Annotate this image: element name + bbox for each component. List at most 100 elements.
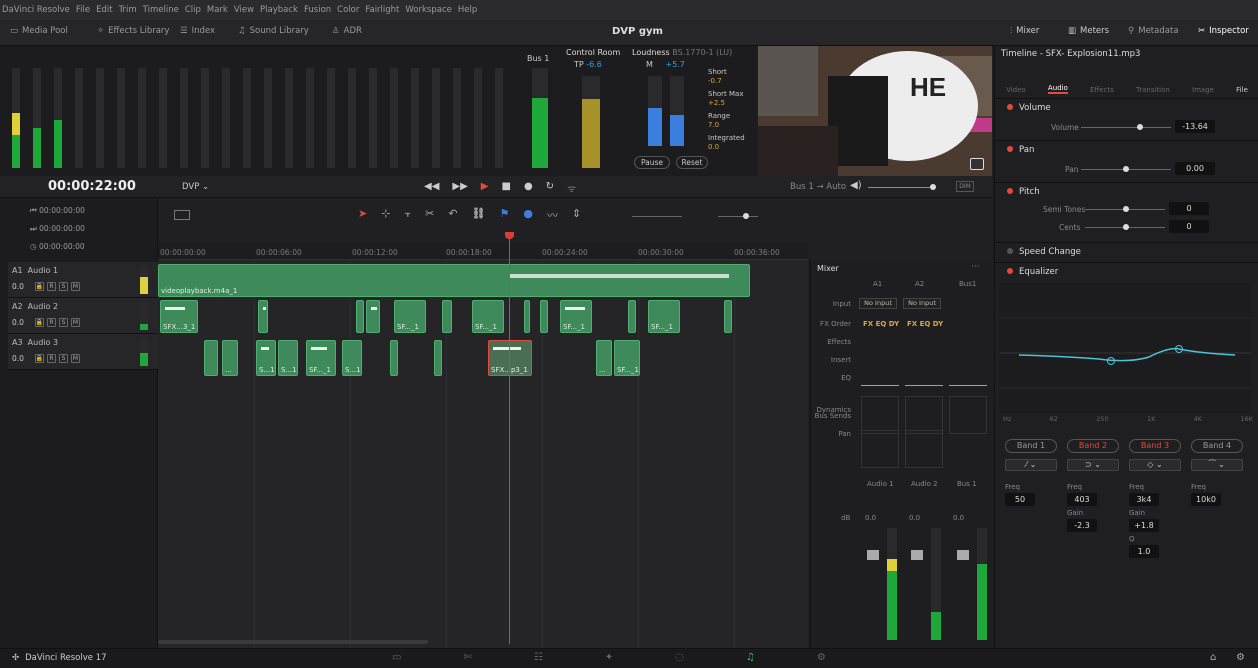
clip-a2-short[interactable] — [258, 300, 268, 333]
loudness-standard[interactable]: BS.1770-1 (LU) — [672, 48, 732, 57]
clip-a3-selected[interactable]: SFX...p3_1 — [488, 340, 532, 376]
band-1-freq[interactable]: 50 — [1005, 493, 1035, 506]
volume-slider[interactable] — [1081, 127, 1171, 128]
speaker-icon[interactable]: ◀) — [850, 180, 862, 191]
link-icon[interactable]: ⛓ — [472, 207, 486, 223]
clip-a2-short[interactable] — [724, 300, 732, 333]
zoom-slider-2[interactable] — [718, 216, 758, 217]
pip-icon[interactable] — [970, 158, 984, 170]
master-volume-knob[interactable] — [930, 184, 936, 190]
timeline-view-icon[interactable] — [174, 210, 190, 220]
volume-knob[interactable] — [1137, 124, 1143, 130]
record-arm-button[interactable]: R — [47, 354, 56, 363]
pointer-icon[interactable]: ➤ — [358, 207, 367, 223]
track-a3-header[interactable]: A3 Audio 3 0.0 🔒 R S M — [8, 334, 158, 370]
pan-knob[interactable] — [1123, 166, 1129, 172]
fader-knob-bus1[interactable] — [957, 550, 969, 560]
edit-page-icon[interactable]: ☷ — [534, 652, 543, 663]
dynamics-thumb-a2[interactable] — [905, 396, 943, 434]
band-3-type[interactable]: ◇ ⌄ — [1129, 459, 1181, 471]
settings-gear-icon[interactable]: ⚙ — [1236, 652, 1245, 663]
eq-thumb-bus1[interactable] — [949, 374, 987, 386]
reset-button[interactable]: Reset — [676, 156, 708, 169]
clip-a2-4[interactable]: SF..._1 — [560, 300, 592, 333]
playhead[interactable] — [509, 234, 510, 644]
mute-button[interactable]: M — [71, 282, 80, 291]
pitch-header[interactable]: Pitch — [1007, 187, 1040, 197]
band-4-type[interactable]: ⁀ ⌄ — [1191, 459, 1243, 471]
volume-value[interactable]: -13.64 — [1175, 120, 1215, 133]
menu-workspace[interactable]: Workspace — [405, 5, 451, 15]
marker-icon[interactable]: ● — [523, 207, 533, 223]
clip-a3-2[interactable]: S...1 — [256, 340, 276, 376]
pan-header[interactable]: Pan — [1007, 145, 1034, 155]
tab-video[interactable]: Video — [1006, 86, 1026, 94]
menu-trim[interactable]: Trim — [119, 5, 137, 15]
tab-transition[interactable]: Transition — [1136, 86, 1170, 94]
clip-a3-4[interactable]: SF..._1 — [306, 340, 336, 376]
clip-a3-1[interactable]: ... — [222, 340, 238, 376]
clip-a2-2[interactable]: SF..._1 — [394, 300, 426, 333]
zoom-knob[interactable] — [743, 213, 749, 219]
volume-header[interactable]: Volume — [1007, 103, 1051, 113]
loop-icon[interactable]: ↻ — [546, 181, 554, 195]
range-icon[interactable]: ⊹ — [381, 207, 390, 223]
band-2-type[interactable]: ⊃ ⌄ — [1067, 459, 1119, 471]
fairlight-page-icon[interactable]: ♫ — [746, 652, 755, 663]
record-arm-button[interactable]: R — [47, 318, 56, 327]
clip-a2-1[interactable]: SFX...3_1 — [160, 300, 198, 333]
index-button[interactable]: ☰ Index — [180, 26, 215, 36]
deliver-page-icon[interactable]: ⚙ — [817, 652, 826, 663]
menu-fairlight[interactable]: Fairlight — [365, 5, 399, 15]
menu-davinci[interactable]: DaVinci Resolve — [2, 5, 70, 15]
eq-graph[interactable] — [999, 283, 1251, 413]
dim-button[interactable]: DIM — [956, 181, 974, 192]
lock-icon[interactable]: 🔒 — [35, 354, 44, 363]
band-2-gain[interactable]: -2.3 — [1067, 519, 1097, 532]
cents-value[interactable]: 0 — [1169, 220, 1209, 233]
clip-videoplayback[interactable]: videoplayback.m4a_1 — [158, 264, 750, 297]
fader-knob-a1[interactable] — [867, 550, 879, 560]
tab-file[interactable]: File — [1236, 86, 1248, 94]
band-1-button[interactable]: Band 1 — [1005, 439, 1057, 453]
timeline-selector[interactable]: DVP ⌄ — [182, 182, 209, 192]
play-icon[interactable]: ▶ — [481, 181, 489, 195]
tab-audio[interactable]: Audio — [1047, 84, 1068, 94]
zoom-icon[interactable]: ⇕ — [572, 207, 581, 223]
solo-button[interactable]: S — [59, 318, 68, 327]
band-4-button[interactable]: Band 4 — [1191, 439, 1243, 453]
record-arm-button[interactable]: R — [47, 282, 56, 291]
record-icon[interactable]: ● — [524, 181, 533, 195]
menu-help[interactable]: Help — [458, 5, 477, 15]
playhead-handle[interactable] — [505, 232, 514, 239]
menu-timeline[interactable]: Timeline — [143, 5, 179, 15]
clip-a3-7[interactable]: ... — [596, 340, 612, 376]
equalizer-header[interactable]: Equalizer — [1007, 267, 1058, 277]
db-a2[interactable]: 0.0 — [909, 514, 920, 522]
menu-clip[interactable]: Clip — [185, 5, 201, 15]
pause-button[interactable]: Pause — [634, 156, 670, 169]
eq-thumb-a2[interactable] — [905, 374, 943, 386]
fusion-page-icon[interactable]: ✦ — [605, 652, 613, 663]
track-a3-volume[interactable]: 0.0 — [12, 354, 32, 363]
clip-a3-8[interactable]: SF..._1 — [614, 340, 640, 376]
band-3-button[interactable]: Band 3 — [1129, 439, 1181, 453]
mute-button[interactable]: M — [71, 318, 80, 327]
band-3-q[interactable]: 1.0 — [1129, 545, 1159, 558]
track-a2-header[interactable]: A2 Audio 2 0.0 🔒 R S M — [8, 298, 158, 334]
video-viewer[interactable]: HE — [758, 46, 992, 176]
mute-button[interactable]: M — [71, 354, 80, 363]
menu-fusion[interactable]: Fusion — [304, 5, 331, 15]
clip-a3-short[interactable] — [434, 340, 442, 376]
clip-a2-short[interactable] — [442, 300, 452, 333]
clip-a3-short[interactable] — [204, 340, 218, 376]
input-select-a1[interactable]: No Input — [859, 298, 897, 309]
menu-playback[interactable]: Playback — [260, 5, 298, 15]
fast-forward-icon[interactable]: ▶▶ — [452, 181, 467, 195]
clip-a2-short[interactable] — [628, 300, 636, 333]
fader-knob-a2[interactable] — [911, 550, 923, 560]
semitones-knob[interactable] — [1123, 206, 1129, 212]
band-2-freq[interactable]: 403 — [1067, 493, 1097, 506]
clip-a3-5[interactable]: S...1 — [342, 340, 362, 376]
cut-page-icon[interactable]: ✄ — [463, 652, 471, 663]
